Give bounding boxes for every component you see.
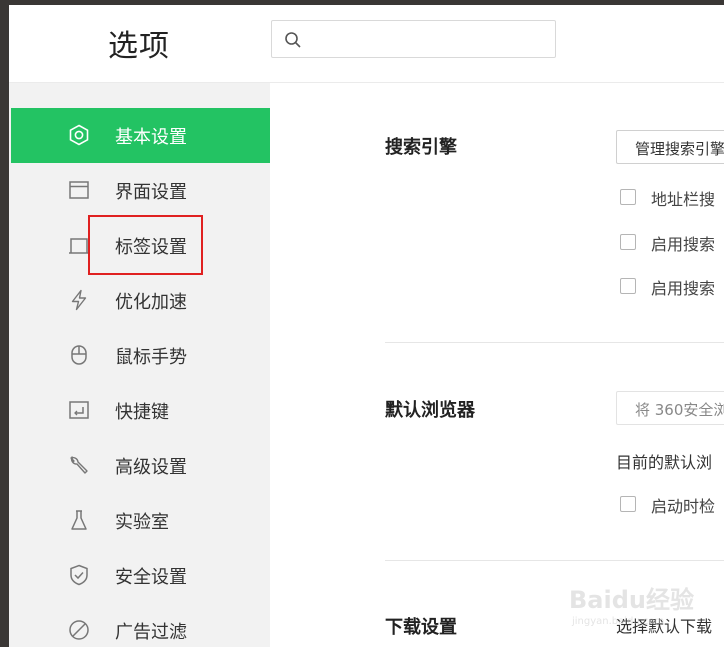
sidebar-item-advanced[interactable]: 高级设置 (11, 438, 270, 493)
sidebar-item-label: 高级设置 (115, 457, 187, 478)
shield-icon (70, 564, 88, 586)
sidebar-item-lab[interactable]: 实验室 (11, 493, 270, 548)
sidebar-item-label: 基本设置 (115, 127, 187, 148)
divider (385, 560, 724, 561)
annotation-highlight-box (88, 215, 203, 275)
download-default-text: 选择默认下载 (616, 617, 713, 636)
lightning-icon (71, 289, 87, 311)
sidebar-item-label: 鼠标手势 (115, 347, 187, 368)
gear-icon (69, 124, 89, 146)
block-icon (69, 620, 89, 640)
sidebar-item-label: 广告过滤 (115, 622, 187, 643)
flask-icon (71, 510, 87, 530)
checkbox[interactable] (620, 234, 636, 250)
main-content: 搜索引擎 管理搜索引擎 地址栏搜 启用搜索 启用搜索 默认浏览器 将 360安全… (270, 83, 724, 647)
manage-search-engines-button[interactable]: 管理搜索引擎 (616, 130, 724, 164)
checkbox[interactable] (620, 496, 636, 512)
mouse-icon (71, 345, 87, 365)
sidebar: 基本设置 界面设置 标签设置 优化加速 鼠标手势 快捷键 高级设置 实验室 安全… (9, 83, 270, 647)
sidebar-item-label: 实验室 (115, 512, 169, 533)
set-default-browser-button[interactable]: 将 360安全浏览器 (616, 391, 724, 425)
sidebar-item-label: 优化加速 (115, 292, 187, 313)
page-title: 选项 (108, 29, 170, 64)
checkbox[interactable] (620, 189, 636, 205)
sidebar-item-interface[interactable]: 界面设置 (11, 163, 270, 218)
option-label: 地址栏搜 (651, 190, 716, 209)
default-browser-status: 目前的默认浏 (616, 453, 713, 472)
keyboard-icon (69, 401, 89, 419)
sidebar-item-security[interactable]: 安全设置 (11, 548, 270, 603)
header: 选项 (9, 5, 724, 83)
search-icon (285, 32, 301, 48)
sidebar-item-shortcuts[interactable]: 快捷键 (11, 383, 270, 438)
search-box[interactable] (271, 20, 556, 58)
sidebar-item-label: 安全设置 (115, 567, 187, 588)
checkbox[interactable] (620, 278, 636, 294)
sidebar-item-label: 快捷键 (115, 402, 169, 423)
option-label: 启动时检 (651, 497, 716, 516)
search-input[interactable] (312, 27, 546, 53)
option-label: 启用搜索 (651, 235, 716, 254)
option-label: 启用搜索 (651, 279, 716, 298)
sidebar-item-label: 界面设置 (115, 182, 187, 203)
sidebar-item-optimize[interactable]: 优化加速 (11, 273, 270, 328)
options-window: 选项 基本设置 界面设置 标签设置 优化加速 鼠标手势 快捷键 高级设置 实验室… (9, 5, 724, 647)
sidebar-item-mouse-gestures[interactable]: 鼠标手势 (11, 328, 270, 383)
wrench-icon (70, 456, 88, 474)
sidebar-item-adblock[interactable]: 广告过滤 (11, 603, 270, 647)
section-title-search-engine: 搜索引擎 (385, 137, 457, 158)
section-title-download: 下载设置 (385, 617, 457, 638)
tab-icon (69, 238, 89, 254)
divider (385, 342, 724, 343)
section-title-default-browser: 默认浏览器 (385, 400, 475, 421)
sidebar-item-basic[interactable]: 基本设置 (11, 108, 270, 163)
window-icon (69, 181, 89, 199)
